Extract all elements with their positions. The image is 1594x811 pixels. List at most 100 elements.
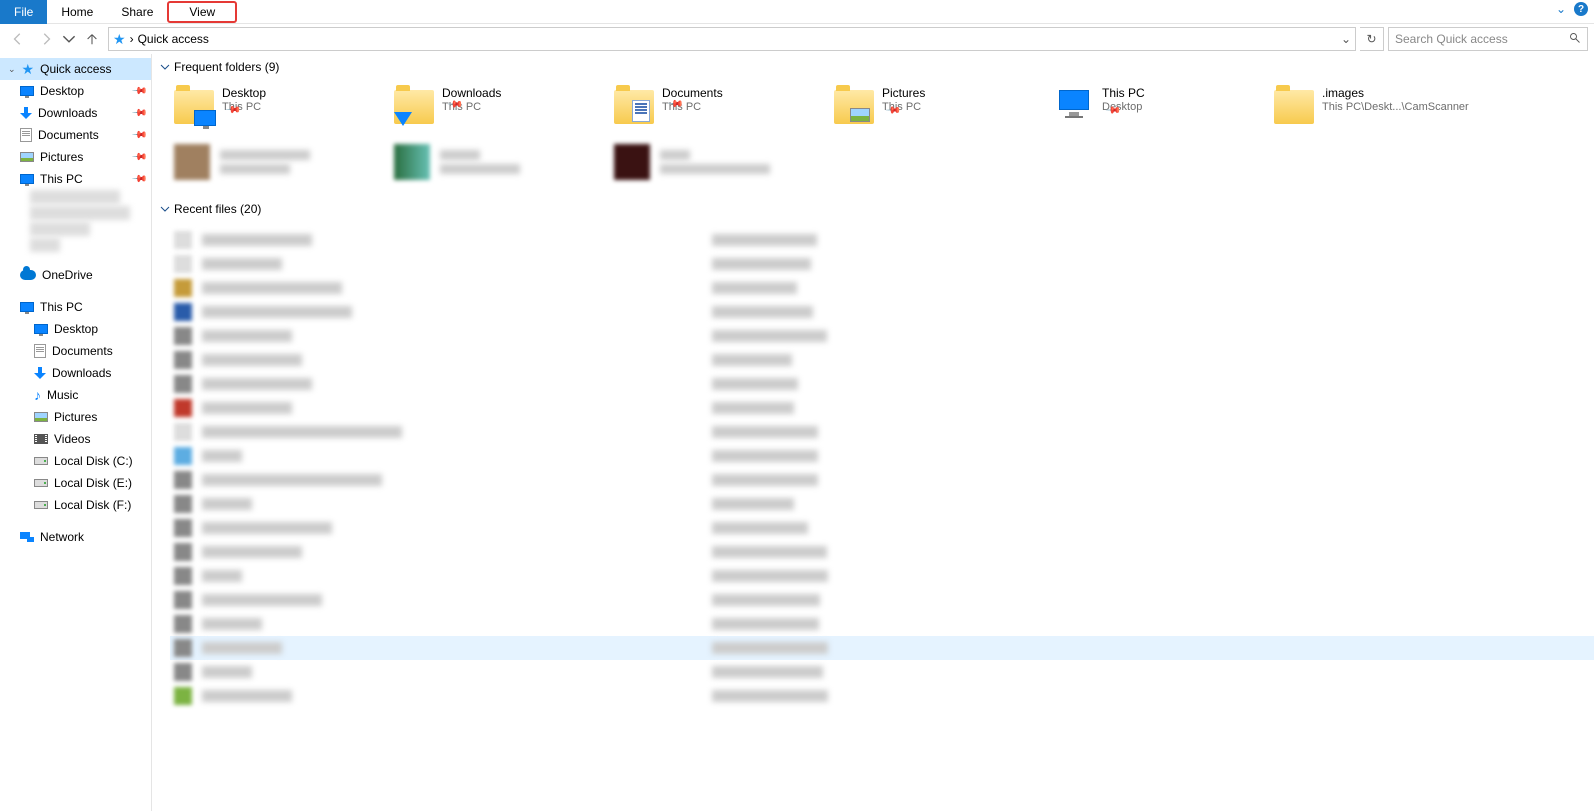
recent-file-row[interactable] — [170, 468, 1594, 492]
sidebar-tp-music[interactable]: ♪Music — [0, 384, 151, 406]
sidebar-tp-pictures[interactable]: Pictures — [0, 406, 151, 428]
folder-redacted[interactable] — [610, 140, 830, 184]
sidebar-item-redacted[interactable] — [30, 238, 60, 252]
back-button[interactable] — [6, 27, 30, 51]
address-bar[interactable]: ★ › Quick access ⌄ — [108, 27, 1356, 51]
sidebar-label: Network — [40, 530, 84, 544]
file-name-redacted — [202, 402, 292, 414]
file-name-redacted — [202, 618, 262, 630]
section-frequent-folders[interactable]: Frequent folders (9) — [160, 60, 1594, 74]
folder-documents[interactable]: DocumentsThis PC📌 — [610, 82, 830, 132]
file-name-redacted — [202, 666, 252, 678]
file-name-redacted — [202, 258, 282, 270]
tab-file[interactable]: File — [0, 0, 47, 24]
recent-file-row[interactable] — [170, 444, 1594, 468]
sidebar-item-redacted[interactable] — [30, 222, 90, 236]
folder-pictures[interactable]: PicturesThis PC📌 — [830, 82, 1050, 132]
sidebar-label: Local Disk (C:) — [54, 454, 133, 468]
recent-file-row[interactable] — [170, 516, 1594, 540]
sidebar-pictures[interactable]: Pictures📌 — [0, 146, 151, 168]
address-dropdown-icon[interactable]: ⌄ — [1341, 32, 1351, 46]
section-recent-files[interactable]: Recent files (20) — [160, 202, 1594, 216]
recent-file-row[interactable] — [170, 348, 1594, 372]
sidebar-disk-e[interactable]: Local Disk (E:) — [0, 472, 151, 494]
recent-file-row[interactable] — [170, 396, 1594, 420]
recent-file-row[interactable] — [170, 588, 1594, 612]
file-name-redacted — [202, 546, 302, 558]
video-icon — [34, 434, 48, 444]
sidebar-item-redacted[interactable] — [30, 206, 130, 220]
file-location-redacted — [712, 522, 808, 534]
recent-file-row[interactable] — [170, 660, 1594, 684]
search-icon[interactable] — [1569, 32, 1581, 47]
search-input[interactable] — [1395, 32, 1581, 46]
folder-desktop[interactable]: DesktopThis PC📌 — [170, 82, 390, 132]
recent-file-row[interactable] — [170, 492, 1594, 516]
folder-downloads[interactable]: DownloadsThis PC📌 — [390, 82, 610, 132]
tab-view[interactable]: View — [167, 1, 237, 23]
frequent-folders-row2 — [170, 140, 1594, 184]
sidebar-tp-documents[interactable]: Documents — [0, 340, 151, 362]
navigation-pane: ⌄ ★ Quick access Desktop📌 Downloads📌 Doc… — [0, 54, 152, 811]
recent-locations-button[interactable] — [62, 27, 76, 51]
sidebar-quick-access[interactable]: ⌄ ★ Quick access — [0, 58, 151, 80]
folder-this-pc[interactable]: This PCDesktop📌 — [1050, 82, 1270, 132]
breadcrumb-location[interactable]: Quick access — [138, 32, 209, 46]
network-icon — [20, 532, 34, 542]
recent-file-row[interactable] — [170, 372, 1594, 396]
file-location-redacted — [712, 474, 818, 486]
file-icon — [174, 399, 192, 417]
recent-file-row[interactable] — [170, 564, 1594, 588]
sidebar-tp-desktop[interactable]: Desktop — [0, 318, 151, 340]
recent-file-row[interactable] — [170, 684, 1594, 708]
sidebar-disk-f[interactable]: Local Disk (F:) — [0, 494, 151, 516]
folder-redacted[interactable] — [390, 140, 610, 184]
forward-button[interactable] — [34, 27, 58, 51]
pin-icon: 📌 — [130, 105, 147, 122]
file-icon — [174, 687, 192, 705]
recent-file-row[interactable] — [170, 540, 1594, 564]
sidebar-tp-downloads[interactable]: Downloads — [0, 362, 151, 384]
nav-row: ★ › Quick access ⌄ ↻ — [0, 24, 1594, 54]
tab-share[interactable]: Share — [107, 0, 167, 24]
recent-file-row[interactable] — [170, 276, 1594, 300]
recent-file-row[interactable] — [170, 612, 1594, 636]
ribbon-collapse-icon[interactable]: ⌄ — [1556, 2, 1566, 16]
recent-file-row[interactable] — [170, 420, 1594, 444]
sidebar-disk-c[interactable]: Local Disk (C:) — [0, 450, 151, 472]
file-icon — [174, 351, 192, 369]
file-icon — [174, 303, 192, 321]
sidebar-label: Pictures — [40, 150, 83, 164]
refresh-button[interactable]: ↻ — [1360, 27, 1384, 51]
sidebar-network[interactable]: Network — [0, 526, 151, 548]
sidebar-downloads[interactable]: Downloads📌 — [0, 102, 151, 124]
file-location-redacted — [712, 498, 794, 510]
file-icon — [174, 447, 192, 465]
file-location-redacted — [712, 282, 797, 294]
help-icon[interactable]: ? — [1574, 2, 1588, 16]
sidebar-tp-videos[interactable]: Videos — [0, 428, 151, 450]
pin-icon: 📌 — [130, 127, 147, 144]
up-button[interactable] — [80, 27, 104, 51]
sidebar-label: Local Disk (E:) — [54, 476, 132, 490]
recent-file-row[interactable] — [170, 324, 1594, 348]
file-location-redacted — [712, 450, 818, 462]
tab-home[interactable]: Home — [47, 0, 107, 24]
sidebar-desktop[interactable]: Desktop📌 — [0, 80, 151, 102]
file-location-redacted — [712, 426, 818, 438]
sidebar-this-pc[interactable]: This PC — [0, 296, 151, 318]
sidebar-documents[interactable]: Documents📌 — [0, 124, 151, 146]
download-icon — [20, 107, 32, 119]
sidebar-item-redacted[interactable] — [30, 190, 120, 204]
recent-file-row[interactable] — [170, 252, 1594, 276]
recent-file-row[interactable] — [170, 300, 1594, 324]
folder-images[interactable]: .imagesThis PC\Deskt...\CamScanner — [1270, 82, 1490, 132]
recent-file-row[interactable] — [170, 228, 1594, 252]
file-name-redacted — [202, 282, 342, 294]
sidebar-this-pc-pinned[interactable]: This PC📌 — [0, 168, 151, 190]
recent-file-row[interactable] — [170, 636, 1594, 660]
folder-redacted[interactable] — [170, 140, 390, 184]
sidebar-onedrive[interactable]: OneDrive — [0, 264, 151, 286]
search-box[interactable] — [1388, 27, 1588, 51]
file-icon — [174, 375, 192, 393]
